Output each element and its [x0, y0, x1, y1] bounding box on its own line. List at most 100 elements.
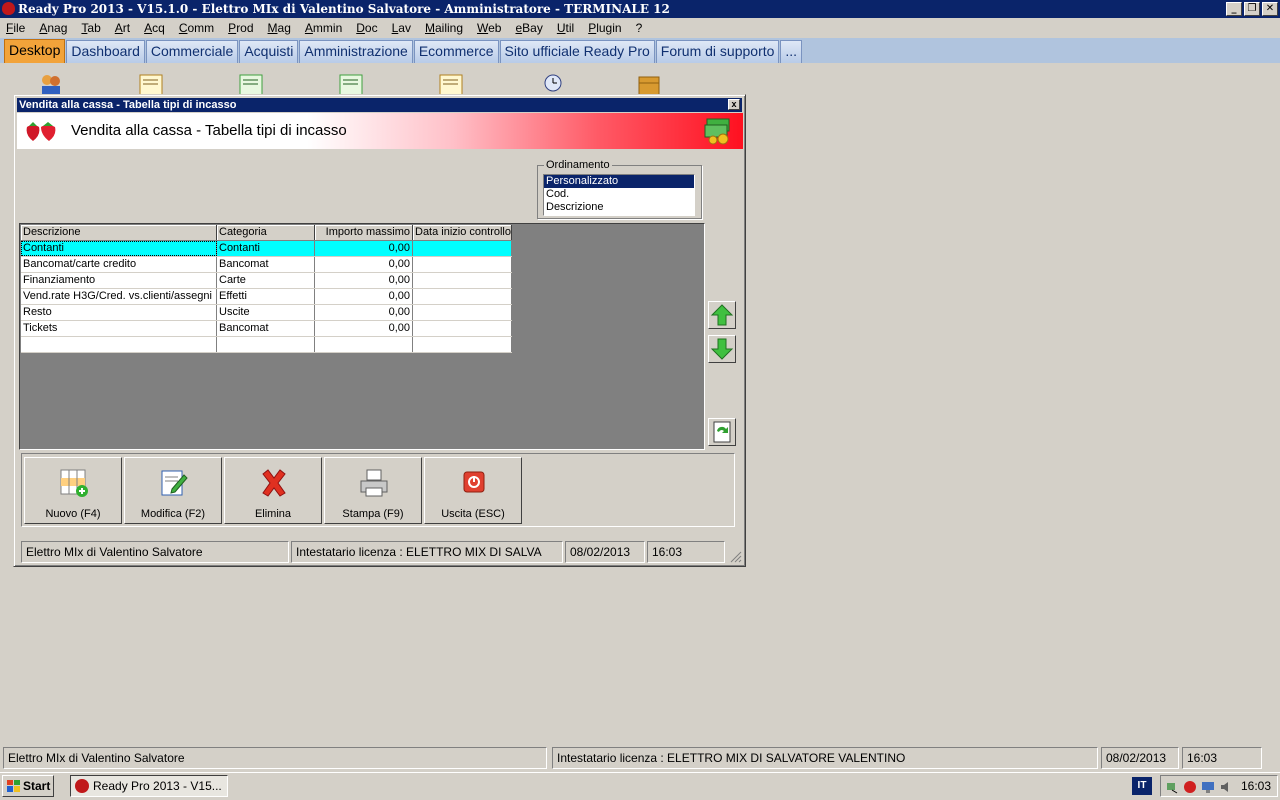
cell-descrizione[interactable]: Bancomat/carte credito — [21, 257, 217, 272]
cell-descrizione[interactable]: Resto — [21, 305, 217, 320]
window-close-button[interactable]: x — [728, 99, 740, 110]
cell-descrizione[interactable]: Contanti — [21, 241, 217, 256]
table-row[interactable]: Finanziamento Carte 0,00 — [21, 273, 512, 289]
tab-desktop[interactable]: Desktop — [4, 39, 66, 63]
cell-descrizione[interactable]: Finanziamento — [21, 273, 217, 288]
cell-importo[interactable]: 0,00 — [315, 257, 413, 272]
cell-data[interactable] — [413, 241, 512, 256]
menu-doc[interactable]: Doc — [356, 21, 377, 35]
cell-categoria[interactable]: Effetti — [217, 289, 315, 304]
column-header-categoria[interactable]: Categoria — [217, 225, 315, 240]
menu-web[interactable]: Web — [477, 21, 501, 35]
column-header-descrizione[interactable]: Descrizione — [21, 225, 217, 240]
menu-anag[interactable]: Anag — [39, 21, 67, 35]
monitor-icon[interactable] — [1201, 780, 1215, 794]
cell-data[interactable] — [413, 289, 512, 304]
cell-descrizione[interactable]: Vend.rate H3G/Cred. vs.clienti/assegni — [21, 289, 217, 304]
resize-grip-icon[interactable] — [730, 551, 742, 563]
cell-categoria[interactable]: Carte — [217, 273, 315, 288]
move-down-button[interactable] — [708, 335, 736, 363]
close-button[interactable]: ✕ — [1262, 2, 1278, 16]
cell-data[interactable] — [413, 305, 512, 320]
tab-acquisti[interactable]: Acquisti — [239, 40, 299, 63]
table-row[interactable]: Bancomat/carte credito Bancomat 0,00 — [21, 257, 512, 273]
tab-dashboard[interactable]: Dashboard — [66, 40, 145, 63]
sort-option-cod[interactable]: Cod. — [544, 188, 694, 201]
cell-categoria[interactable]: Bancomat — [217, 321, 315, 336]
language-indicator[interactable]: IT — [1132, 777, 1152, 795]
taskbar-item-readypro[interactable]: Ready Pro 2013 - V15... — [70, 775, 228, 797]
cell-importo[interactable] — [315, 337, 413, 352]
table-row[interactable]: Tickets Bancomat 0,00 — [21, 321, 512, 337]
cell-categoria[interactable]: Uscite — [217, 305, 315, 320]
users-icon[interactable] — [38, 73, 64, 95]
tab-ecommerce[interactable]: Ecommerce — [413, 40, 499, 63]
sort-listbox[interactable]: Personalizzato Cod. Descrizione — [543, 174, 695, 216]
menu-mag[interactable]: Mag — [268, 21, 291, 35]
refresh-button[interactable] — [708, 418, 736, 446]
move-up-button[interactable] — [708, 301, 736, 329]
table-row[interactable]: Contanti Contanti 0,00 — [21, 241, 512, 257]
cell-data[interactable] — [413, 273, 512, 288]
cell-importo[interactable]: 0,00 — [315, 305, 413, 320]
tab-commerciale[interactable]: Commerciale — [145, 40, 239, 63]
document-green-icon[interactable] — [338, 73, 364, 95]
print-button[interactable]: Stampa (F9) — [324, 457, 422, 524]
document-list-icon[interactable] — [138, 73, 164, 95]
exit-button[interactable]: Uscita (ESC) — [424, 457, 522, 524]
cell-importo[interactable]: 0,00 — [315, 321, 413, 336]
cell-data[interactable] — [413, 321, 512, 336]
menu-util[interactable]: Util — [557, 21, 574, 35]
cell-categoria[interactable] — [217, 337, 315, 352]
menu-mailing[interactable]: Mailing — [425, 21, 463, 35]
cell-importo[interactable]: 0,00 — [315, 241, 413, 256]
cell-data[interactable] — [413, 337, 512, 352]
menu-comm[interactable]: Comm — [179, 21, 214, 35]
menu-art[interactable]: Art — [115, 21, 130, 35]
column-header-importo[interactable]: Importo massimo — [315, 225, 413, 240]
minimize-button[interactable]: _ — [1226, 2, 1242, 16]
menu-tab[interactable]: Tab — [81, 21, 100, 35]
cell-descrizione[interactable] — [21, 337, 217, 352]
new-button[interactable]: Nuovo (F4) — [24, 457, 122, 524]
sort-option-personalizzato[interactable]: Personalizzato — [544, 175, 694, 188]
table-row[interactable]: Resto Uscite 0,00 — [21, 305, 512, 321]
clock-icon[interactable] — [538, 73, 564, 95]
menu-bar: File Anag Tab Art Acq Comm Prod Mag Ammi… — [0, 18, 1280, 38]
cell-descrizione[interactable]: Tickets — [21, 321, 217, 336]
package-icon[interactable] — [636, 73, 662, 95]
menu-lav[interactable]: Lav — [392, 21, 411, 35]
menu-plugin[interactable]: Plugin — [588, 21, 621, 35]
start-button[interactable]: Start — [2, 775, 54, 797]
menu-prod[interactable]: Prod — [228, 21, 253, 35]
tab-sito-ufficiale[interactable]: Sito ufficiale Ready Pro — [499, 40, 655, 63]
column-header-data[interactable]: Data inizio controllo — [413, 225, 512, 240]
taskbar-clock[interactable]: 16:03 — [1241, 779, 1271, 793]
table-row-new[interactable] — [21, 337, 512, 353]
speaker-icon[interactable] — [1219, 780, 1233, 794]
window-status-bar: Elettro MIx di Valentino Salvatore Intes… — [21, 541, 725, 563]
tab-more[interactable]: ... — [780, 40, 803, 63]
cell-importo[interactable]: 0,00 — [315, 273, 413, 288]
document-green-icon[interactable] — [238, 73, 264, 95]
document-list-icon[interactable] — [438, 73, 464, 95]
restore-button[interactable]: ❐ — [1244, 2, 1260, 16]
cell-categoria[interactable]: Bancomat — [217, 257, 315, 272]
menu-ammin[interactable]: Ammin — [305, 21, 342, 35]
app-titlebar: Ready Pro 2013 - V15.1.0 - Elettro MIx d… — [0, 0, 1280, 18]
network-icon[interactable] — [1165, 780, 1179, 794]
tab-forum[interactable]: Forum di supporto — [655, 40, 780, 63]
menu-file[interactable]: File — [6, 21, 25, 35]
cell-categoria[interactable]: Contanti — [217, 241, 315, 256]
menu-acq[interactable]: Acq — [144, 21, 165, 35]
sort-option-descrizione[interactable]: Descrizione — [544, 201, 694, 214]
menu-ebay[interactable]: eBay — [515, 21, 542, 35]
menu-help[interactable]: ? — [636, 21, 643, 35]
cell-importo[interactable]: 0,00 — [315, 289, 413, 304]
record-icon[interactable] — [1183, 780, 1197, 794]
cell-data[interactable] — [413, 257, 512, 272]
tab-amministrazione[interactable]: Amministrazione — [299, 40, 413, 63]
edit-button[interactable]: Modifica (F2) — [124, 457, 222, 524]
delete-button[interactable]: Elimina — [224, 457, 322, 524]
table-row[interactable]: Vend.rate H3G/Cred. vs.clienti/assegni E… — [21, 289, 512, 305]
